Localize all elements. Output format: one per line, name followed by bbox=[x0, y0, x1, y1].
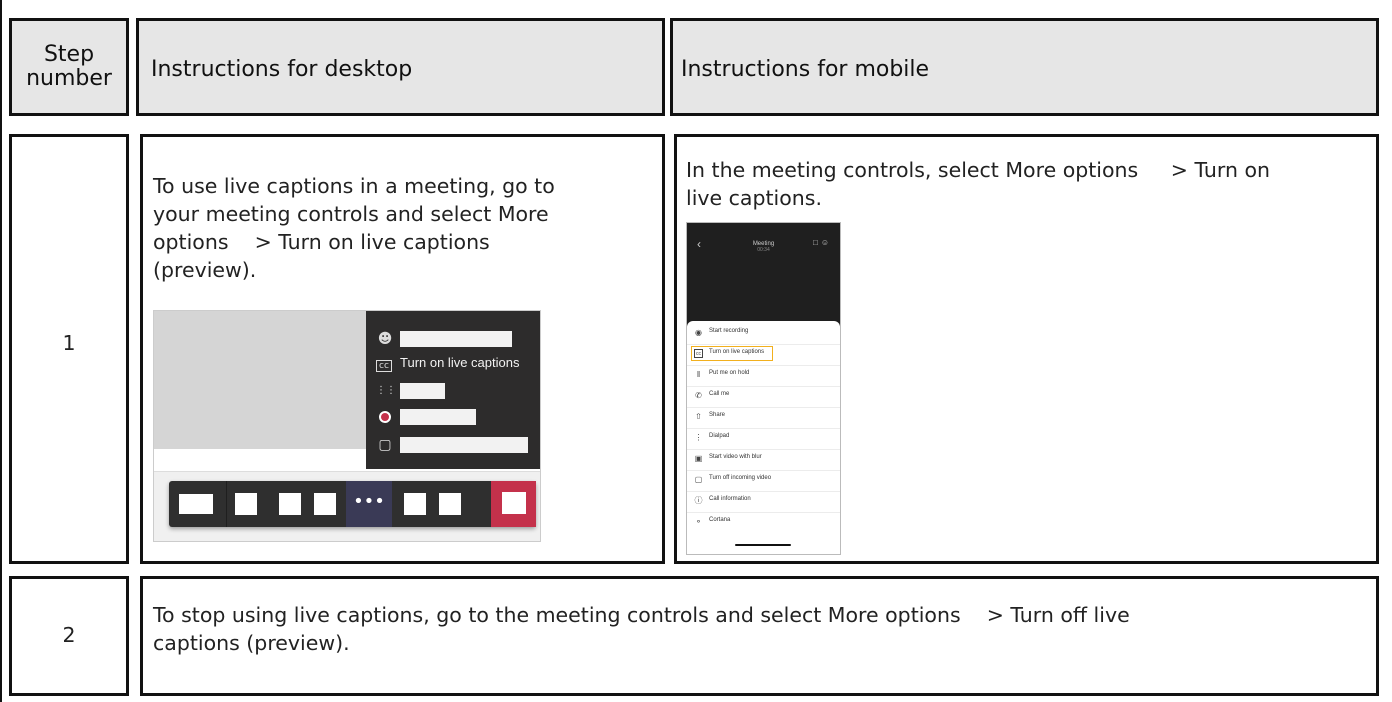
row1-desktop-text: To use live captions in a meeting, go to… bbox=[153, 174, 555, 282]
mobile-call-area: ‹ Meeting 00:34 □☺ bbox=[687, 223, 840, 328]
meeting-stage bbox=[154, 311, 366, 449]
row1-mobile-text: In the meeting controls, select More opt… bbox=[686, 158, 1270, 210]
header-desktop-cell: Instructions for desktop bbox=[136, 18, 665, 116]
toolbar-button-6[interactable] bbox=[404, 493, 426, 515]
person-blur-icon: ☻ bbox=[377, 331, 393, 347]
mobile-menu-item[interactable]: ⚬ Cortana bbox=[687, 512, 840, 533]
row2-instructions-text: To stop using live captions, go to the m… bbox=[153, 603, 1130, 655]
row2-instructions-cell: To stop using live captions, go to the m… bbox=[140, 576, 1379, 696]
home-indicator bbox=[735, 544, 791, 546]
dialpad-icon: ⋮⋮⋮ bbox=[376, 385, 406, 396]
hang-up-button[interactable] bbox=[491, 481, 536, 527]
mobile-menu-item[interactable]: ‖ Put me on hold bbox=[687, 365, 840, 387]
more-options-menu: ☻ cc Turn on live captions ⋮⋮⋮ ▢ bbox=[366, 311, 540, 469]
mobile-more-options-sheet: ◉ Start recording cc Turn on live captions… bbox=[687, 321, 840, 554]
record-icon bbox=[376, 408, 394, 426]
redacted-label bbox=[400, 437, 528, 453]
menu-item-record[interactable] bbox=[366, 404, 540, 430]
meeting-toolbar: ••• bbox=[169, 481, 536, 527]
header-step-cell: Step number bbox=[9, 18, 129, 116]
cc-icon: cc bbox=[694, 349, 703, 358]
page-left-border bbox=[0, 0, 2, 702]
redacted-label bbox=[400, 383, 445, 399]
cc-icon: cc bbox=[376, 360, 392, 372]
hold-icon: ‖ bbox=[696, 370, 701, 379]
row2-step-number: 2 bbox=[62, 623, 76, 647]
mobile-menu-item[interactable]: ⓘ Call information bbox=[687, 491, 840, 513]
header-desktop-label: Instructions for desktop bbox=[151, 57, 413, 82]
info-icon: ⓘ bbox=[694, 496, 703, 505]
video-off-icon: ▢ bbox=[378, 437, 392, 453]
menu-item-video-off[interactable]: ▢ bbox=[366, 432, 540, 458]
menu-item-blur[interactable]: ☻ bbox=[366, 326, 540, 352]
blur-icon: ▣ bbox=[694, 454, 703, 463]
microphone-icon: ⚬ bbox=[695, 517, 702, 526]
dialpad-icon: ⋮ bbox=[694, 433, 703, 442]
toolbar-button-3[interactable] bbox=[279, 493, 301, 515]
desktop-screenshot: ☻ cc Turn on live captions ⋮⋮⋮ ▢ ••• bbox=[153, 310, 541, 542]
mobile-screenshot: ‹ Meeting 00:34 □☺ ◉ Start recording cc Tu… bbox=[686, 222, 841, 555]
mobile-menu-item[interactable]: ✆ Call me bbox=[687, 386, 840, 408]
menu-item-dialpad[interactable]: ⋮⋮⋮ bbox=[366, 378, 540, 404]
mobile-menu-item[interactable]: ⋮ Dialpad bbox=[687, 428, 840, 450]
row1-step-number: 1 bbox=[62, 331, 76, 355]
record-icon: ◉ bbox=[695, 328, 702, 337]
more-options-button[interactable]: ••• bbox=[346, 481, 392, 527]
menu-item-live-captions[interactable]: cc Turn on live captions bbox=[366, 352, 540, 378]
phone-icon: ✆ bbox=[695, 391, 702, 400]
menu-item-live-captions-label: Turn on live captions bbox=[400, 355, 520, 370]
mobile-menu-item[interactable]: ▢ Turn off incoming video bbox=[687, 470, 840, 492]
redacted-label bbox=[400, 331, 512, 347]
redacted-label bbox=[400, 409, 476, 425]
mobile-menu-item[interactable]: ◉ Start recording bbox=[687, 323, 840, 345]
share-icon: ⇧ bbox=[695, 412, 702, 421]
hang-up-icon bbox=[502, 492, 526, 514]
toolbar-button-7[interactable] bbox=[439, 493, 461, 515]
toolbar-button-2[interactable] bbox=[235, 493, 257, 515]
mobile-menu-item[interactable]: ▣ Start video with blur bbox=[687, 449, 840, 471]
header-mobile-cell: Instructions for mobile bbox=[670, 18, 1379, 116]
row2-step-cell: 2 bbox=[9, 576, 129, 696]
mobile-menu-item-live-captions[interactable]: cc Turn on live captions bbox=[687, 344, 840, 366]
row1-step-cell: 1 bbox=[9, 134, 129, 564]
chat-participants-icons[interactable]: □☺ bbox=[813, 238, 832, 247]
toolbar-button-1[interactable] bbox=[179, 494, 213, 514]
header-step-label: Step number bbox=[26, 42, 112, 91]
toolbar-button-5[interactable] bbox=[314, 493, 336, 515]
header-mobile-label: Instructions for mobile bbox=[681, 57, 930, 82]
mobile-menu-item[interactable]: ⇧ Share bbox=[687, 407, 840, 429]
toolbar-divider bbox=[226, 481, 227, 527]
video-off-icon: ▢ bbox=[694, 475, 703, 484]
